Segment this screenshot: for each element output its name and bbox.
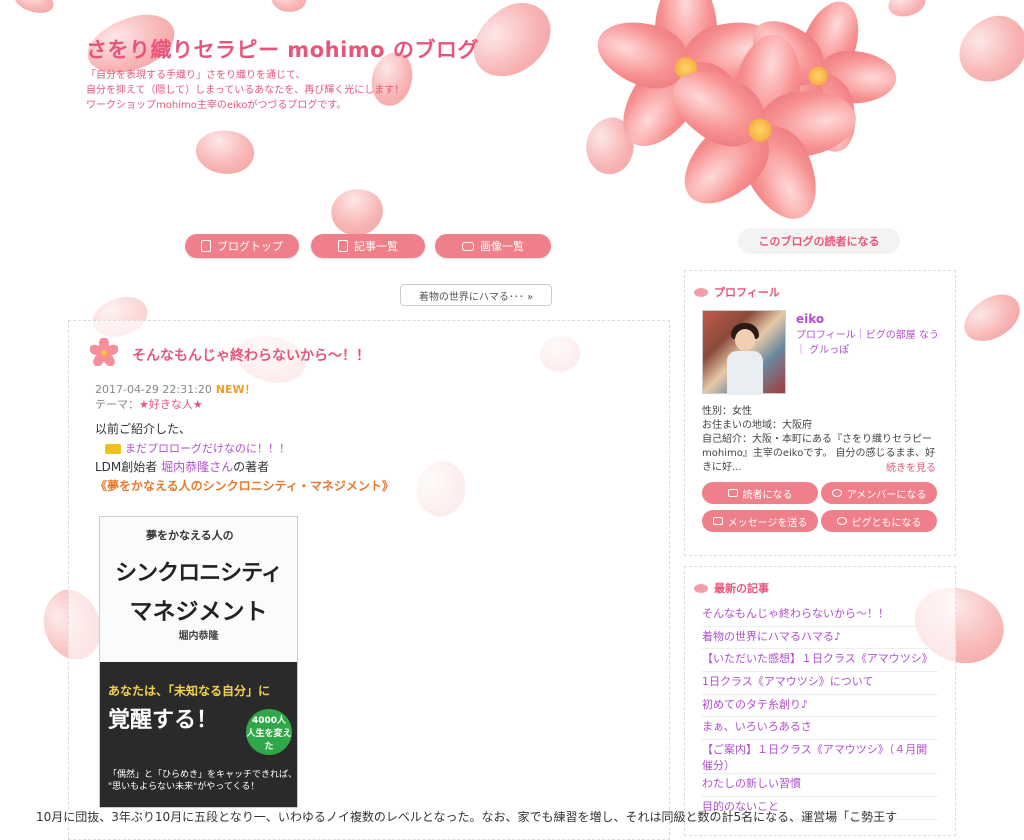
blog-description: 「自分を表現する手織り」さをり織りを通じて、 自分を抑えて（隠して）しまっている… [86,70,405,111]
nav-blog-top-button[interactable]: ブログトップ [185,234,299,258]
profile-reader-button[interactable]: 読者になる [702,482,818,504]
prologue-link[interactable]: まだプロローグだけなのに！！！ [125,442,290,455]
recent-article-link[interactable]: 1日クラス《アマウツシ》について [702,672,938,695]
camera-icon [462,241,474,251]
entry-theme-link[interactable]: ★好きな人★ [139,398,203,411]
recent-article-link[interactable]: 着物の世界にハマるハマる♪ [702,627,938,650]
petal-decoration [886,0,928,20]
document-icon [201,240,211,252]
flower-icon [90,338,118,366]
recent-article-link[interactable]: 初めてのタテ糸創り♪ [702,695,938,718]
entry-title[interactable]: そんなもんじゃ終わらないから〜！！ [132,345,370,365]
petal-decoration [191,123,259,181]
overflow-text: 10月に団抜、3年ぶり10月に五段となり一、いわゆるノイ複数のレベルとなった。な… [36,810,898,824]
recent-article-link[interactable]: わたしの新しい習慣 [702,774,938,797]
amember-button[interactable]: アメンバーになる [821,482,937,504]
recent-articles-list: そんなもんじゃ終わらないから〜！！ 着物の世界にハマるハマる♪ 【いただいた感想… [702,604,938,820]
recent-article-link[interactable]: 【いただいた感想】１日クラス《アマウツシ》 [702,649,938,673]
blog-title[interactable]: さをり織りセラピー mohimo のブログ [86,34,479,64]
petal-decoration [11,0,57,19]
arrow-icon [105,443,121,454]
send-message-button[interactable]: メッセージを送る [702,510,818,532]
avatar[interactable] [702,310,786,395]
profile-links[interactable]: プロフィール｜ピグの部屋 なう｜ グルっぽ [796,328,946,358]
book-title-link[interactable]: 《夢をかなえる人のシンクロニシティ・マネジメント》 [95,477,394,496]
book-cover-image[interactable]: 夢をかなえる人の シンクロニシティ マネジメント 堀内恭隆 あなたは、「未知なる… [99,516,298,808]
petal-decoration [270,0,308,15]
new-badge: NEW！ [215,383,256,396]
pigg-icon [836,517,847,525]
petal-icon [694,287,708,297]
profile-heading: プロフィール [694,284,780,300]
pages-icon [338,240,348,252]
speech-bubble-icon [831,489,842,497]
recent-article-link[interactable]: 【ご案内】１日クラス《アマウツシ》（４月開催分） [702,740,938,775]
nav-image-list-button[interactable]: 画像一覧 [435,234,551,258]
entry-meta: 2017-04-29 22:31:20 NEW！ テーマ：★好きな人★ [95,383,256,411]
entry-datetime: 2017-04-29 22:31:20 [95,383,212,396]
theme-link-button[interactable]: 着物の世界にハマる･･･ » [400,284,552,306]
entry-body: 以前ご紹介した、 まだプロローグだけなのに！！！ LDM創始者 堀内恭隆さんの著… [95,420,394,496]
recent-heading: 最新の記事 [694,580,769,596]
read-more-link[interactable]: 続きを見る [886,459,936,474]
petal-icon [694,583,708,593]
recent-article-link[interactable]: まぁ、いろいろあるさ [702,717,938,741]
book-icon [727,489,738,497]
mail-icon [712,517,723,525]
become-reader-button[interactable]: このブログの読者になる [738,228,900,254]
profile-name-link[interactable]: eiko [796,312,824,326]
author-link[interactable]: 堀内恭隆さん [161,460,233,474]
pigg-friend-button[interactable]: ピグともになる [821,510,937,532]
petal-decoration [956,287,1024,349]
recent-article-link[interactable]: そんなもんじゃ終わらないから〜！！ [702,604,938,627]
nav-article-list-button[interactable]: 記事一覧 [311,234,425,258]
petal-decoration [949,7,1024,91]
